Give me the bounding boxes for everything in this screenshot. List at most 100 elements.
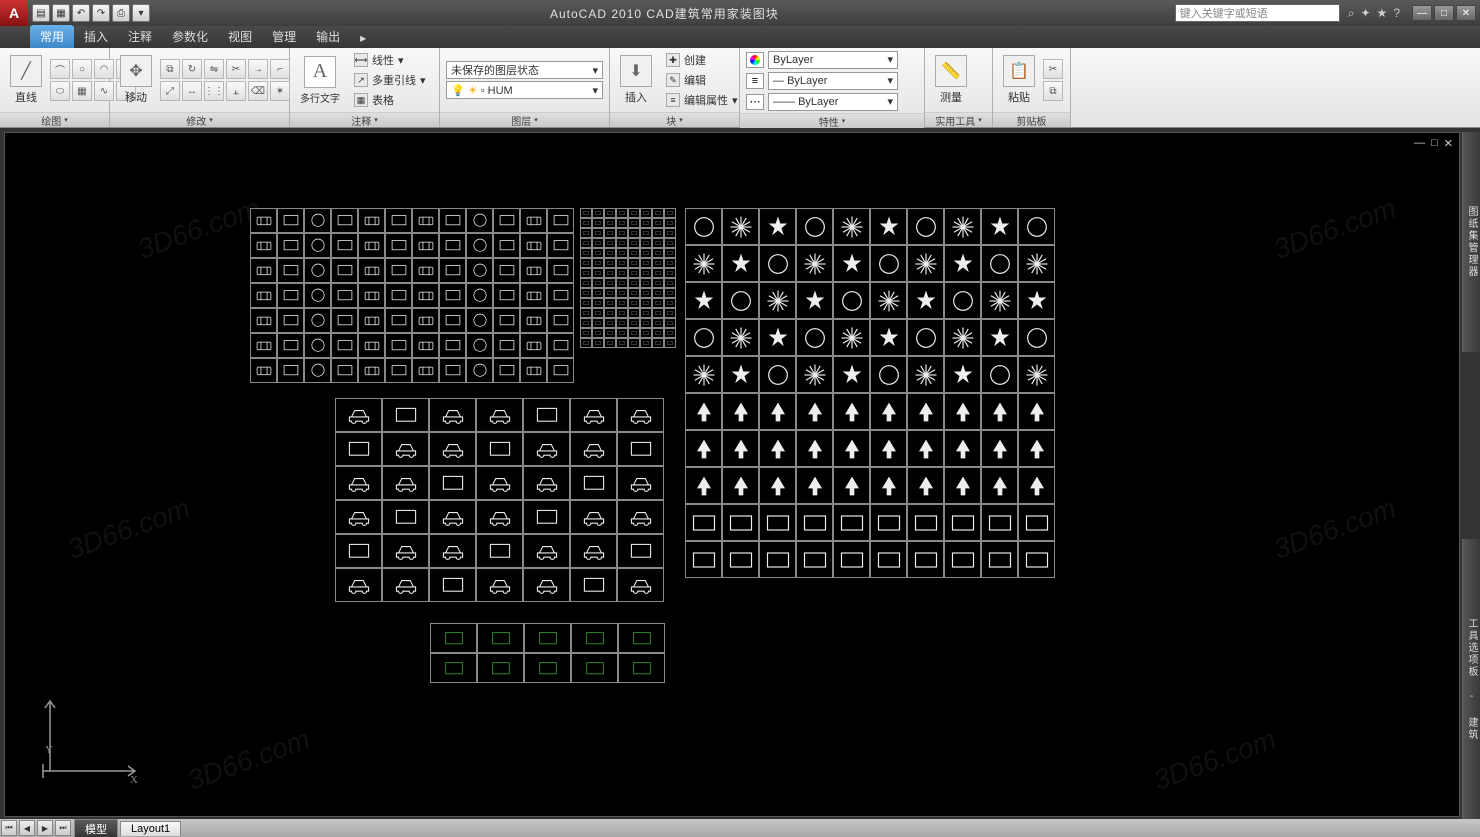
layer-combo[interactable]: 💡 ☀ ▫ HUM▾ bbox=[446, 81, 603, 99]
maximize-button[interactable]: □ bbox=[1434, 5, 1454, 21]
panel-modify-title[interactable]: 修改▾ bbox=[110, 112, 289, 127]
panel-block-title[interactable]: 块▾ bbox=[610, 112, 739, 127]
scale-icon[interactable]: ⤢ bbox=[160, 81, 180, 101]
hatch-icon[interactable]: ▦ bbox=[72, 81, 92, 101]
block-cell bbox=[604, 318, 616, 328]
stretch-icon[interactable]: ↔ bbox=[182, 81, 202, 101]
tab-output[interactable]: 输出 bbox=[306, 25, 350, 48]
mtext-button[interactable]: A 多行文字 bbox=[296, 54, 344, 107]
block-cell bbox=[439, 333, 466, 358]
array-icon[interactable]: ⋮⋮ bbox=[204, 81, 224, 101]
search-go-icon[interactable]: ⌕ bbox=[1348, 6, 1355, 21]
cut-icon[interactable]: ✂ bbox=[1043, 59, 1063, 79]
layer-state-combo[interactable]: 未保存的图层状态▾ bbox=[446, 61, 603, 79]
tab-insert[interactable]: 插入 bbox=[74, 25, 118, 48]
linetype-icon[interactable]: ⋯ bbox=[746, 94, 764, 110]
tab-home[interactable]: 常用 bbox=[30, 25, 74, 48]
circle-icon[interactable]: ○ bbox=[72, 59, 92, 79]
block-cell bbox=[520, 233, 547, 258]
block-cell bbox=[722, 430, 759, 467]
subscription-icon[interactable]: ✦ bbox=[1360, 6, 1370, 21]
block-cell bbox=[685, 541, 722, 578]
layout-tab-layout1[interactable]: Layout1 bbox=[120, 821, 181, 836]
block-cell bbox=[833, 467, 870, 504]
fillet-icon[interactable]: ⌐ bbox=[270, 59, 290, 79]
block-cell bbox=[523, 466, 570, 500]
block-cell bbox=[547, 333, 574, 358]
layout-last-icon[interactable]: ⏭ bbox=[55, 820, 71, 836]
block-cell bbox=[796, 282, 833, 319]
tab-parametric[interactable]: 参数化 bbox=[162, 25, 218, 48]
explode-icon[interactable]: ✶ bbox=[270, 81, 290, 101]
rotate-icon[interactable]: ↻ bbox=[182, 59, 202, 79]
polyline-icon[interactable]: ⌒ bbox=[50, 59, 70, 79]
copy-icon[interactable]: ⧉ bbox=[160, 59, 180, 79]
side-tab-sheetset[interactable]: 图纸集管理器 bbox=[1462, 132, 1480, 352]
block-cell bbox=[604, 298, 616, 308]
block-cell bbox=[1018, 541, 1055, 578]
copy-clip-icon[interactable]: ⧉ bbox=[1043, 81, 1063, 101]
help-icon[interactable]: ? bbox=[1393, 6, 1400, 21]
qat-undo-icon[interactable]: ↶ bbox=[72, 4, 90, 22]
line-button[interactable]: ╱ 直线 bbox=[6, 53, 46, 107]
offset-icon[interactable]: ⫠ bbox=[226, 81, 246, 101]
block-cell bbox=[664, 238, 676, 248]
paste-button[interactable]: 📋 粘贴 bbox=[999, 53, 1039, 107]
close-button[interactable]: ✕ bbox=[1456, 5, 1476, 21]
help-search-input[interactable]: 键入关键字或短语 bbox=[1175, 4, 1340, 22]
qat-open-icon[interactable]: ▦ bbox=[52, 4, 70, 22]
mirror-icon[interactable]: ⇋ bbox=[204, 59, 224, 79]
doc-close-button[interactable]: ✕ bbox=[1444, 137, 1453, 150]
block-cell bbox=[870, 430, 907, 467]
panel-props-title[interactable]: 特性▾ bbox=[740, 113, 924, 128]
layout-next-icon[interactable]: ▶ bbox=[37, 820, 53, 836]
trim-icon[interactable]: ✂ bbox=[226, 59, 246, 79]
layout-tab-model[interactable]: 模型 bbox=[74, 819, 118, 837]
tab-view[interactable]: 视图 bbox=[218, 25, 262, 48]
tab-annotate[interactable]: 注释 bbox=[118, 25, 162, 48]
panel-clip-title[interactable]: 剪贴板 bbox=[993, 112, 1070, 127]
qat-print-icon[interactable]: ⎙ bbox=[112, 4, 130, 22]
tab-more-icon[interactable]: ▸ bbox=[350, 28, 376, 48]
qat-dropdown-icon[interactable]: ▾ bbox=[132, 4, 150, 22]
block-cell bbox=[640, 308, 652, 318]
tab-manage[interactable]: 管理 bbox=[262, 25, 306, 48]
doc-min-button[interactable]: — bbox=[1414, 137, 1425, 150]
block-edit-button[interactable]: ✎编辑 bbox=[660, 71, 744, 89]
insert-button[interactable]: ⬇ 插入 bbox=[616, 53, 656, 107]
table-button[interactable]: ▦表格 bbox=[348, 91, 432, 109]
block-attr-button[interactable]: ≡编辑属性 ▾ bbox=[660, 91, 744, 109]
panel-draw-title[interactable]: 绘图▾ bbox=[0, 112, 109, 127]
block-cell bbox=[617, 466, 664, 500]
mleader-button[interactable]: ↗多重引线 ▾ bbox=[348, 71, 432, 89]
extend-icon[interactable]: → bbox=[248, 59, 268, 79]
favorites-icon[interactable]: ★ bbox=[1377, 6, 1388, 21]
erase-icon[interactable]: ⌫ bbox=[248, 81, 268, 101]
app-menu-button[interactable]: A bbox=[0, 0, 28, 26]
color-combo[interactable]: ByLayer▾ bbox=[768, 51, 898, 69]
qat-new-icon[interactable]: ▤ bbox=[32, 4, 50, 22]
panel-util-title[interactable]: 实用工具▾ bbox=[925, 112, 992, 127]
layout-first-icon[interactable]: ⏮ bbox=[1, 820, 17, 836]
ellipse-icon[interactable]: ⬭ bbox=[50, 81, 70, 101]
move-button[interactable]: ✥ 移动 bbox=[116, 53, 156, 107]
linetype-combo[interactable]: —— ByLayer▾ bbox=[768, 93, 898, 111]
block-cell bbox=[592, 228, 604, 238]
measure-button[interactable]: 📏 测量 bbox=[931, 53, 971, 107]
block-create-button[interactable]: ✚创建 bbox=[660, 51, 744, 69]
lineweight-icon[interactable]: ≡ bbox=[746, 73, 764, 89]
block-cell bbox=[685, 504, 722, 541]
lineweight-combo[interactable]: — ByLayer▾ bbox=[768, 72, 898, 90]
block-cell bbox=[493, 333, 520, 358]
block-cell bbox=[685, 393, 722, 430]
panel-layer-title[interactable]: 图层▾ bbox=[440, 112, 609, 127]
minimize-button[interactable]: — bbox=[1412, 5, 1432, 21]
qat-redo-icon[interactable]: ↷ bbox=[92, 4, 110, 22]
side-tab-toolpalette[interactable]: 工具选项板 - 建筑 bbox=[1462, 539, 1480, 819]
drawing-canvas[interactable]: — □ ✕ 3D66.com 3D66.com 3D66.com 3D66.co… bbox=[4, 132, 1460, 817]
color-swatch[interactable] bbox=[746, 52, 764, 68]
dimension-button[interactable]: ⟷线性 ▾ bbox=[348, 51, 432, 69]
layout-prev-icon[interactable]: ◀ bbox=[19, 820, 35, 836]
panel-annotate-title[interactable]: 注释▾ bbox=[290, 112, 439, 127]
doc-max-button[interactable]: □ bbox=[1431, 137, 1438, 150]
